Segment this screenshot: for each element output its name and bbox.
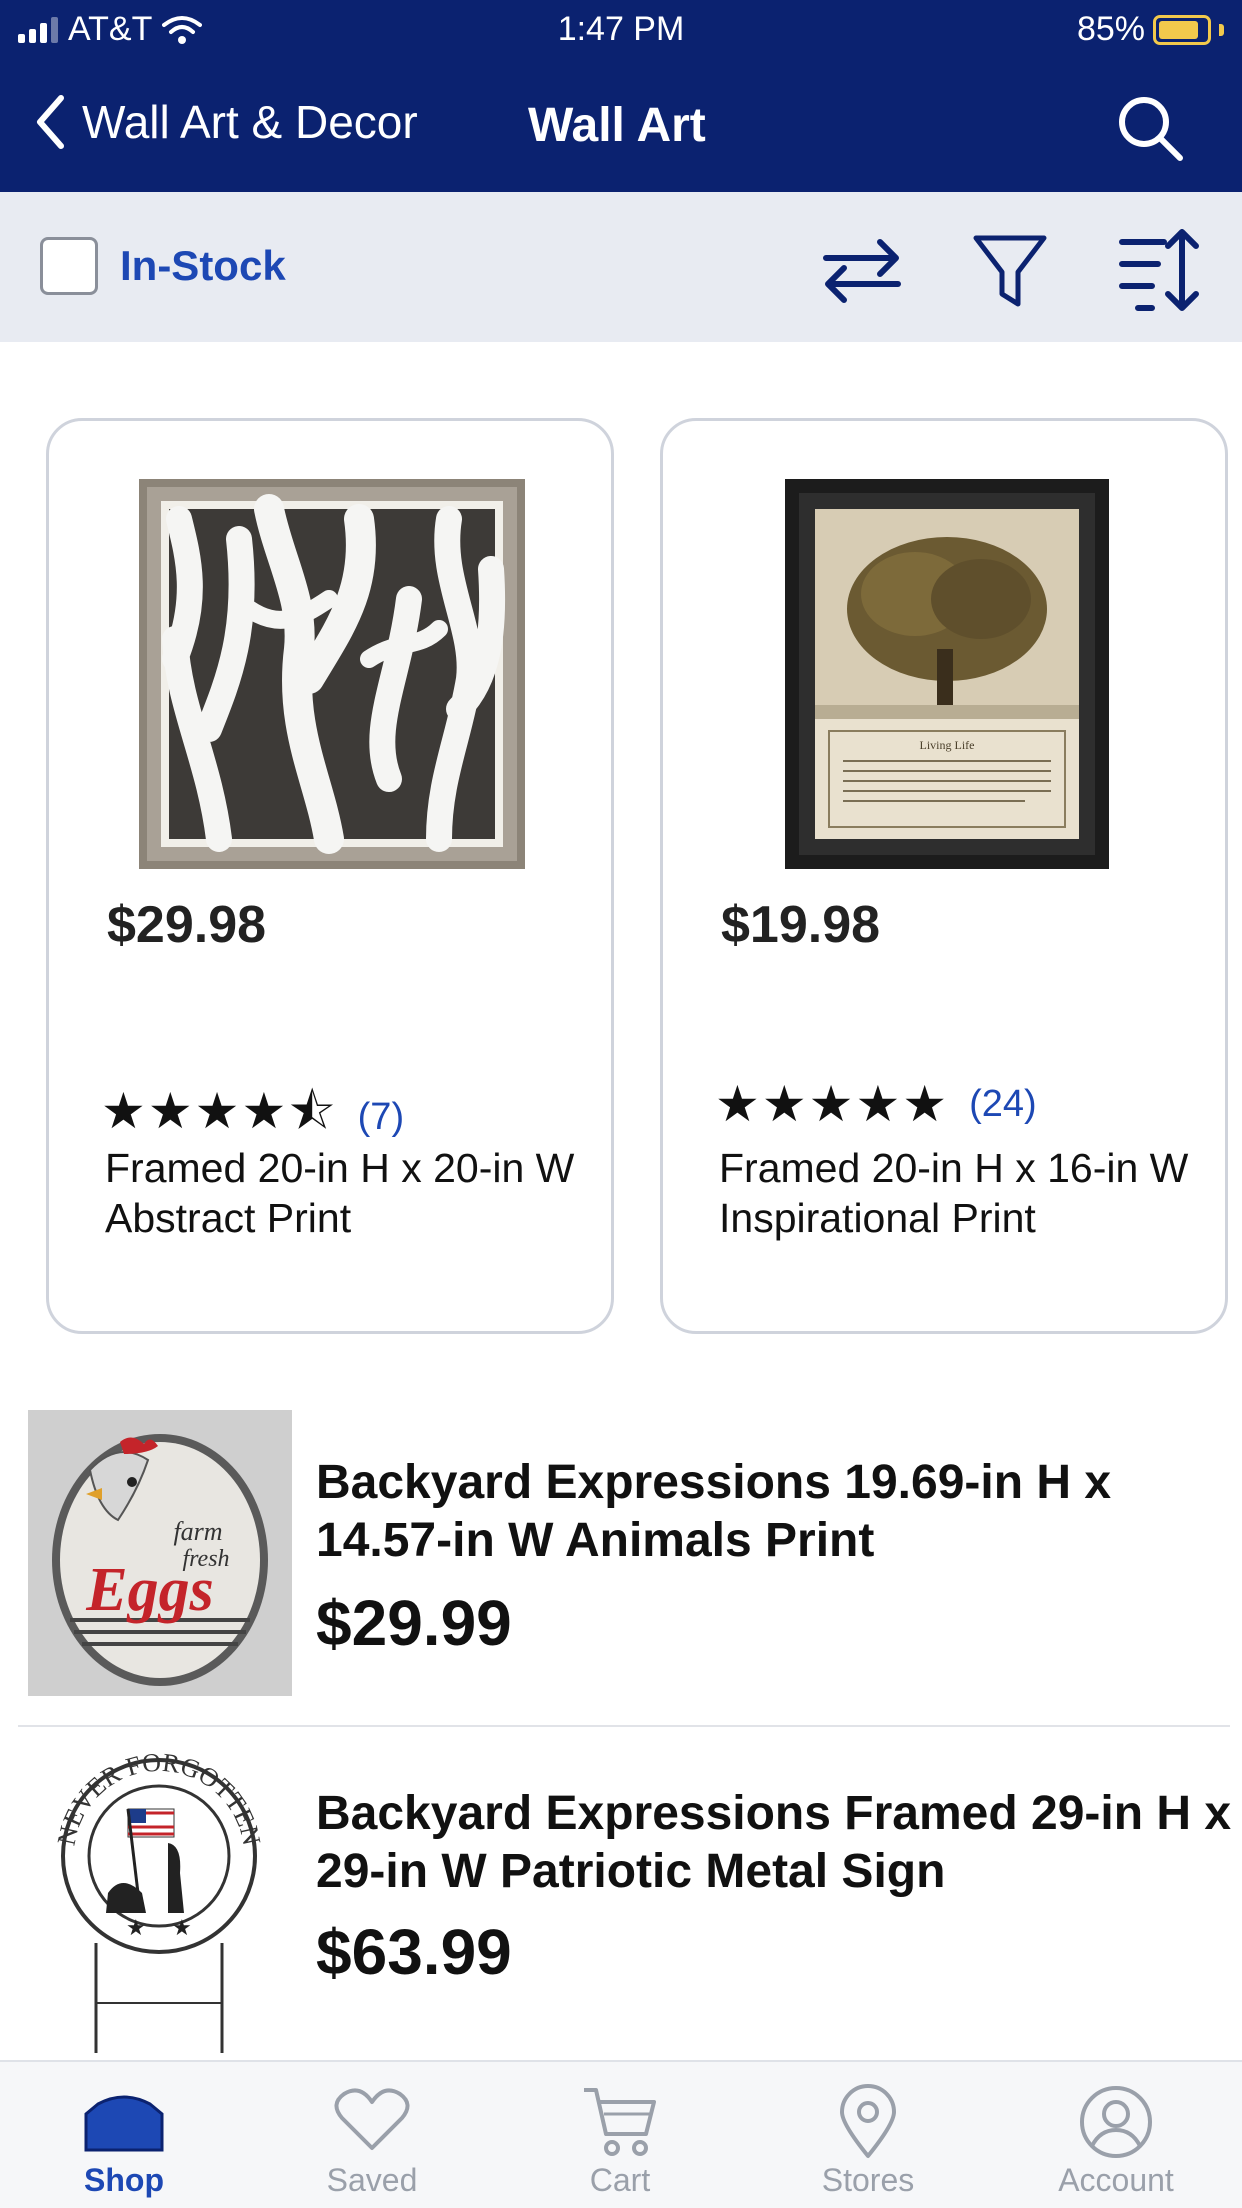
battery-percent: 85% bbox=[1076, 10, 1145, 48]
product-title[interactable]: Framed 20-in H x 20-in W Abstract Print bbox=[105, 1143, 575, 1243]
tab-label: Shop bbox=[84, 2162, 164, 2198]
cart-icon bbox=[584, 2088, 656, 2156]
filter-bar: In-Stock bbox=[0, 192, 1242, 342]
product-price: $63.99 bbox=[316, 1916, 512, 1988]
sign-word-eggs: Eggs bbox=[85, 1556, 213, 1624]
sort-icon[interactable] bbox=[1118, 228, 1202, 312]
list-item[interactable]: NEVER FORGOTTEN ★ ★ Backyard Expressions… bbox=[18, 1745, 1231, 2055]
status-time: 1:47 PM bbox=[557, 10, 685, 48]
battery-icon bbox=[1153, 14, 1211, 45]
list-item[interactable]: farm fresh Eggs Backyard Expressions 19.… bbox=[18, 1410, 1230, 1700]
search-icon[interactable] bbox=[1114, 92, 1186, 164]
review-count[interactable]: (7) bbox=[358, 1096, 404, 1139]
chevron-left-icon bbox=[37, 95, 64, 149]
star-icon: ★ bbox=[172, 1915, 192, 1940]
product-card[interactable]: $29.98 ★★★★⯪ (7) Framed 20-in H x 20-in … bbox=[46, 418, 614, 1334]
in-stock-checkbox[interactable] bbox=[40, 237, 98, 295]
tab-account[interactable]: Account bbox=[992, 2062, 1240, 2208]
abstract-tree-print-image bbox=[139, 479, 525, 869]
product-price: $19.98 bbox=[721, 896, 881, 954]
star-icon: ★ bbox=[126, 1915, 146, 1940]
tab-label: Saved bbox=[326, 2162, 418, 2198]
status-bar: AT&T 1:47 PM 85% bbox=[0, 0, 1242, 60]
tab-shop[interactable]: Shop bbox=[0, 2062, 248, 2208]
location-pin-icon bbox=[840, 2084, 896, 2158]
compare-arrows-icon[interactable] bbox=[820, 228, 904, 312]
inspirational-tree-print-image: Living Life bbox=[785, 479, 1109, 869]
product-card[interactable]: Living Life $19.98 ★★★★★ (24) Framed 20-… bbox=[660, 418, 1228, 1334]
battery-tip bbox=[1219, 23, 1224, 36]
product-price: $29.99 bbox=[316, 1587, 512, 1659]
back-button[interactable]: Wall Art & Decor bbox=[34, 92, 418, 152]
tab-label: Account bbox=[1058, 2162, 1174, 2198]
product-price: $29.98 bbox=[107, 896, 267, 954]
battery-group: 85% bbox=[1077, 10, 1224, 49]
product-title[interactable]: Backyard Expressions Framed 29-in H x 29… bbox=[316, 1785, 1236, 1901]
list-divider bbox=[18, 1725, 1230, 1727]
sign-word-farm: farm bbox=[173, 1517, 222, 1546]
filter-icon[interactable] bbox=[968, 228, 1052, 312]
star-rating-icon: ★★★★★ bbox=[715, 1076, 950, 1132]
nav-bar: Wall Art & Decor Wall Art bbox=[0, 80, 1242, 180]
heart-icon bbox=[334, 2088, 410, 2150]
tab-saved[interactable]: Saved bbox=[248, 2062, 496, 2208]
tab-label: Stores bbox=[821, 2162, 915, 2198]
tab-cart[interactable]: Cart bbox=[496, 2062, 744, 2208]
farm-fresh-eggs-sign-image: farm fresh Eggs bbox=[28, 1410, 292, 1696]
print-heading: Living Life bbox=[920, 738, 975, 752]
in-stock-label[interactable]: In-Stock bbox=[120, 242, 286, 290]
product-rating: ★★★★★ (24) bbox=[715, 1075, 1037, 1133]
tab-stores[interactable]: Stores bbox=[744, 2062, 992, 2208]
tab-bar: Shop Saved Cart Stores Account bbox=[0, 2060, 1242, 2208]
account-icon bbox=[1080, 2086, 1152, 2158]
review-count[interactable]: (24) bbox=[969, 1083, 1037, 1126]
product-title[interactable]: Framed 20-in H x 16-in W Inspirational P… bbox=[719, 1143, 1189, 1243]
shop-icon bbox=[84, 2095, 164, 2152]
product-title[interactable]: Backyard Expressions 19.69-in H x 14.57-… bbox=[316, 1454, 1230, 1570]
patriotic-metal-sign-image: NEVER FORGOTTEN ★ ★ bbox=[56, 1753, 262, 2053]
tab-label: Cart bbox=[589, 2162, 651, 2198]
back-label: Wall Art & Decor bbox=[82, 96, 418, 148]
page-title: Wall Art bbox=[528, 99, 706, 152]
app-header: AT&T 1:47 PM 85% Wall Art & Decor Wall A… bbox=[0, 0, 1242, 192]
